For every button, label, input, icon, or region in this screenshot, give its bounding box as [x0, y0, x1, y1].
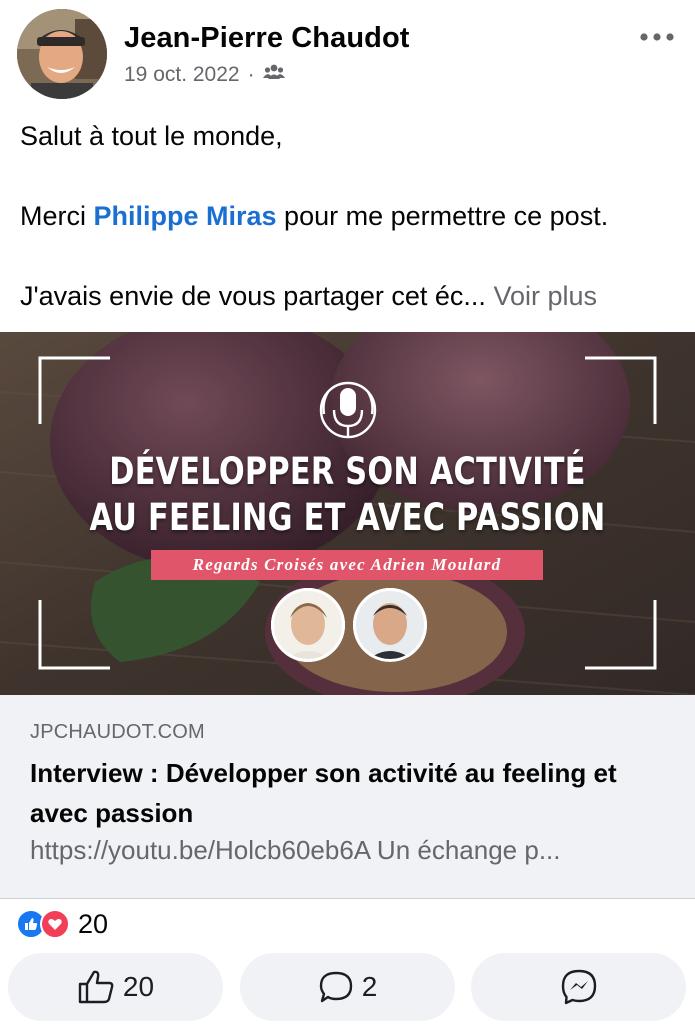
reaction-count: 20	[78, 908, 109, 939]
love-icon	[40, 909, 70, 939]
post-excerpt: J'avais envie de vous partager cet éc...	[20, 281, 486, 311]
link-title: Interview : Développer son activité au f…	[30, 758, 617, 828]
link-preview-image[interactable]: DÉVELOPPER SON ACTIVITÉ AU FEELING ET AV…	[0, 332, 695, 695]
avatar-photo	[17, 9, 107, 99]
image-banner: Regards Croisés avec Adrien Moulard	[151, 550, 543, 580]
image-title-line-1: DÉVELOPPER SON ACTIVITÉ	[109, 450, 586, 493]
reaction-summary[interactable]: 20	[16, 906, 108, 942]
thanks-prefix: Merci	[20, 201, 94, 231]
meta-separator: ·	[247, 63, 255, 86]
link-domain: JPCHAUDOT.COM	[30, 721, 205, 743]
see-more-link[interactable]: Voir plus	[493, 281, 597, 311]
mention-link[interactable]: Philippe Miras	[94, 201, 277, 231]
thanks-suffix: pour me permettre ce post.	[276, 201, 609, 231]
post-thanks-line: Merci Philippe Miras pour me permettre c…	[20, 196, 685, 236]
guest-photo-right	[353, 588, 427, 662]
link-preview-info[interactable]: JPCHAUDOT.COM Interview : Développer son…	[0, 695, 695, 899]
send-button[interactable]	[471, 953, 686, 1021]
messenger-icon	[561, 969, 596, 1005]
comment-button[interactable]: 2	[240, 953, 455, 1021]
like-count: 20	[122, 971, 155, 1002]
post-greeting: Salut à tout le monde,	[20, 121, 283, 151]
post-header: Jean-Pierre Chaudot 19 oct. 2022 ·	[0, 0, 695, 108]
more-options-button[interactable]	[636, 22, 678, 52]
guest-photo-left	[271, 588, 345, 662]
more-horizontal-icon	[640, 33, 674, 41]
author-name[interactable]: Jean-Pierre Chaudot	[124, 22, 410, 55]
like-button[interactable]: 20	[8, 953, 223, 1021]
post-meta: 19 oct. 2022 ·	[124, 62, 285, 88]
post-excerpt-line: J'avais envie de vous partager cet éc...…	[20, 276, 685, 316]
post-date[interactable]: 19 oct. 2022	[124, 63, 240, 87]
post-text: Salut à tout le monde, Merci Philippe Mi…	[20, 116, 685, 316]
link-description: https://youtu.be/Holcb60eb6A Un échange …	[30, 835, 561, 865]
author-avatar[interactable]	[17, 9, 107, 99]
image-title-line-2: AU FEELING ET AVEC PASSION	[89, 496, 606, 539]
thumbs-up-icon	[78, 970, 114, 1004]
comment-icon	[319, 971, 352, 1003]
group-icon	[262, 63, 285, 87]
comment-count: 2	[361, 971, 378, 1002]
